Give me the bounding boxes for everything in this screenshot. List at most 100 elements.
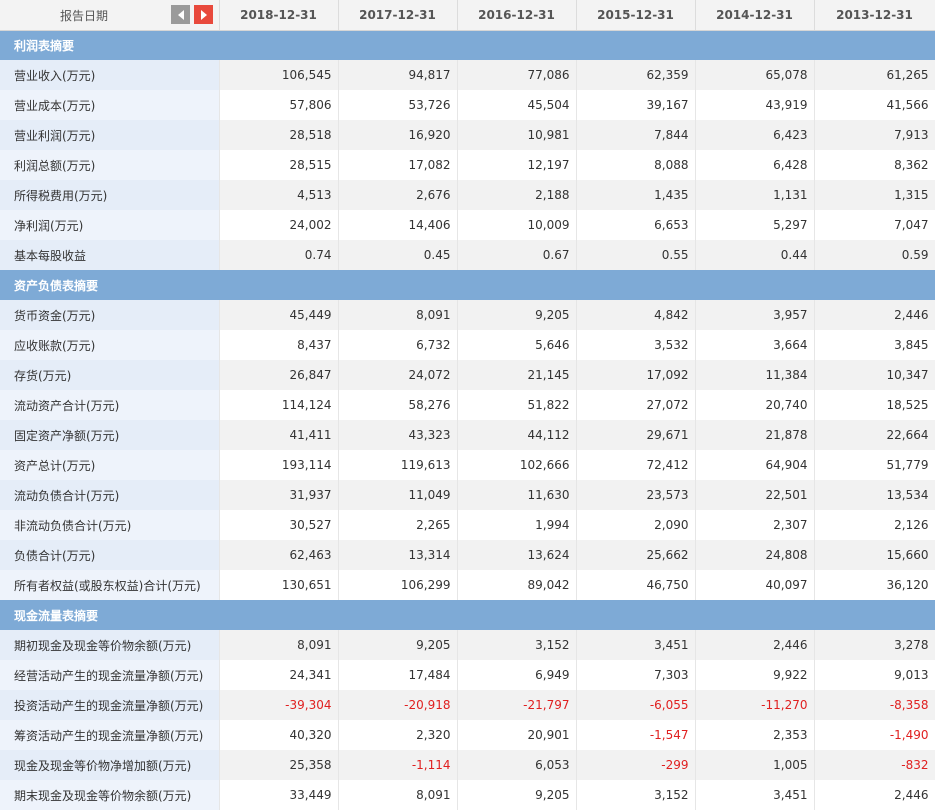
value-cell: 0.59 bbox=[814, 240, 935, 270]
row-label: 筹资活动产生的现金流量净额(万元) bbox=[0, 720, 220, 750]
table-row: 固定资产净额(万元) 41,411 43,323 44,112 29,671 21,878… bbox=[0, 420, 935, 450]
section-title: 利润表摘要 bbox=[0, 30, 935, 60]
table-row: 营业收入(万元) 106,545 94,817 77,086 62,359 65,078 6… bbox=[0, 60, 935, 90]
row-label: 资产总计(万元) bbox=[0, 450, 220, 480]
value-cell: 61,265 bbox=[814, 60, 935, 90]
row-label: 所有者权益(或股东权益)合计(万元) bbox=[0, 570, 220, 600]
table-row: 负债合计(万元) 62,463 13,314 13,624 25,662 24,808 15… bbox=[0, 540, 935, 570]
value-cell: 23,573 bbox=[576, 480, 696, 510]
row-label: 基本每股收益 bbox=[0, 240, 220, 270]
value-cell: 7,303 bbox=[576, 660, 696, 690]
table-row: 所得税费用(万元) 4,513 2,676 2,188 1,435 1,131 1,315 bbox=[0, 180, 935, 210]
value-cell: 11,384 bbox=[695, 360, 815, 390]
value-cell: 17,484 bbox=[338, 660, 458, 690]
value-cell: 3,532 bbox=[576, 330, 696, 360]
value-cell: 46,750 bbox=[576, 570, 696, 600]
table-row: 资产总计(万元) 193,114 119,613 102,666 72,412 64,90… bbox=[0, 450, 935, 480]
value-cell: 2,676 bbox=[338, 180, 458, 210]
value-cell: 22,501 bbox=[695, 480, 815, 510]
value-cell: 33,449 bbox=[219, 780, 339, 810]
value-cell: 8,091 bbox=[219, 630, 339, 660]
value-cell: 25,358 bbox=[219, 750, 339, 780]
next-period-button[interactable] bbox=[194, 5, 213, 24]
row-label: 净利润(万元) bbox=[0, 210, 220, 240]
report-date-header: 报告日期 bbox=[0, 0, 220, 31]
value-cell: 7,913 bbox=[814, 120, 935, 150]
prev-period-button[interactable] bbox=[171, 5, 190, 24]
value-cell: 17,082 bbox=[338, 150, 458, 180]
row-label: 投资活动产生的现金流量净额(万元) bbox=[0, 690, 220, 720]
value-cell: 27,072 bbox=[576, 390, 696, 420]
value-cell: 6,423 bbox=[695, 120, 815, 150]
header-row: 报告日期 2018-12-31 2017-12-31 2016-12-31 20… bbox=[0, 0, 935, 31]
value-cell: 0.67 bbox=[457, 240, 577, 270]
value-cell: 17,092 bbox=[576, 360, 696, 390]
value-cell: 62,463 bbox=[219, 540, 339, 570]
value-cell: 15,660 bbox=[814, 540, 935, 570]
value-cell: -1,547 bbox=[576, 720, 696, 750]
value-cell: 43,919 bbox=[695, 90, 815, 120]
value-cell: 2,090 bbox=[576, 510, 696, 540]
chevron-right-icon bbox=[200, 9, 207, 20]
section-header: 现金流量表摘要 bbox=[0, 600, 935, 630]
table-row: 筹资活动产生的现金流量净额(万元) 40,320 2,320 20,901 -1,547… bbox=[0, 720, 935, 750]
table-row: 净利润(万元) 24,002 14,406 10,009 6,653 5,297 7,047 bbox=[0, 210, 935, 240]
value-cell: 1,131 bbox=[695, 180, 815, 210]
value-cell: 102,666 bbox=[457, 450, 577, 480]
value-cell: 29,671 bbox=[576, 420, 696, 450]
value-cell: 114,124 bbox=[219, 390, 339, 420]
value-cell: 8,437 bbox=[219, 330, 339, 360]
row-label: 经营活动产生的现金流量净额(万元) bbox=[0, 660, 220, 690]
value-cell: 1,005 bbox=[695, 750, 815, 780]
section-title: 资产负债表摘要 bbox=[0, 270, 935, 300]
value-cell: 65,078 bbox=[695, 60, 815, 90]
value-cell: 8,362 bbox=[814, 150, 935, 180]
value-cell: 5,297 bbox=[695, 210, 815, 240]
value-cell: 4,513 bbox=[219, 180, 339, 210]
value-cell: 2,446 bbox=[695, 630, 815, 660]
row-label: 营业利润(万元) bbox=[0, 120, 220, 150]
value-cell: 193,114 bbox=[219, 450, 339, 480]
value-cell: 2,353 bbox=[695, 720, 815, 750]
section-header: 利润表摘要 bbox=[0, 30, 935, 60]
table-row: 营业成本(万元) 57,806 53,726 45,504 39,167 43,919 41… bbox=[0, 90, 935, 120]
value-cell: -21,797 bbox=[457, 690, 577, 720]
value-cell: 53,726 bbox=[338, 90, 458, 120]
value-cell: 89,042 bbox=[457, 570, 577, 600]
value-cell: 9,205 bbox=[457, 300, 577, 330]
value-cell: -6,055 bbox=[576, 690, 696, 720]
value-cell: 9,205 bbox=[338, 630, 458, 660]
row-label: 期初现金及现金等价物余额(万元) bbox=[0, 630, 220, 660]
value-cell: 94,817 bbox=[338, 60, 458, 90]
value-cell: 24,341 bbox=[219, 660, 339, 690]
value-cell: 1,994 bbox=[457, 510, 577, 540]
row-label: 流动资产合计(万元) bbox=[0, 390, 220, 420]
year-header: 2013-12-31 bbox=[814, 0, 935, 31]
value-cell: 3,152 bbox=[457, 630, 577, 660]
value-cell: 2,307 bbox=[695, 510, 815, 540]
row-label: 负债合计(万元) bbox=[0, 540, 220, 570]
table-row: 现金及现金等价物净增加额(万元) 25,358 -1,114 6,053 -299 1,0… bbox=[0, 750, 935, 780]
year-header: 2015-12-31 bbox=[576, 0, 696, 31]
year-header: 2016-12-31 bbox=[457, 0, 577, 31]
value-cell: 9,013 bbox=[814, 660, 935, 690]
value-cell: 30,527 bbox=[219, 510, 339, 540]
value-cell: 24,072 bbox=[338, 360, 458, 390]
value-cell: 41,411 bbox=[219, 420, 339, 450]
value-cell: 28,518 bbox=[219, 120, 339, 150]
value-cell: 41,566 bbox=[814, 90, 935, 120]
table-row: 非流动负债合计(万元) 30,527 2,265 1,994 2,090 2,307 2,1… bbox=[0, 510, 935, 540]
value-cell: 0.45 bbox=[338, 240, 458, 270]
section-header: 资产负债表摘要 bbox=[0, 270, 935, 300]
table-row: 期末现金及现金等价物余额(万元) 33,449 8,091 9,205 3,152 3,4… bbox=[0, 780, 935, 810]
value-cell: 51,822 bbox=[457, 390, 577, 420]
table-row: 应收账款(万元) 8,437 6,732 5,646 3,532 3,664 3,845 bbox=[0, 330, 935, 360]
table-row: 所有者权益(或股东权益)合计(万元) 130,651 106,299 89,042 46… bbox=[0, 570, 935, 600]
value-cell: 2,446 bbox=[814, 300, 935, 330]
value-cell: 10,347 bbox=[814, 360, 935, 390]
value-cell: -1,114 bbox=[338, 750, 458, 780]
value-cell: -832 bbox=[814, 750, 935, 780]
table-row: 营业利润(万元) 28,518 16,920 10,981 7,844 6,423 7,91… bbox=[0, 120, 935, 150]
value-cell: 4,842 bbox=[576, 300, 696, 330]
value-cell: 7,047 bbox=[814, 210, 935, 240]
